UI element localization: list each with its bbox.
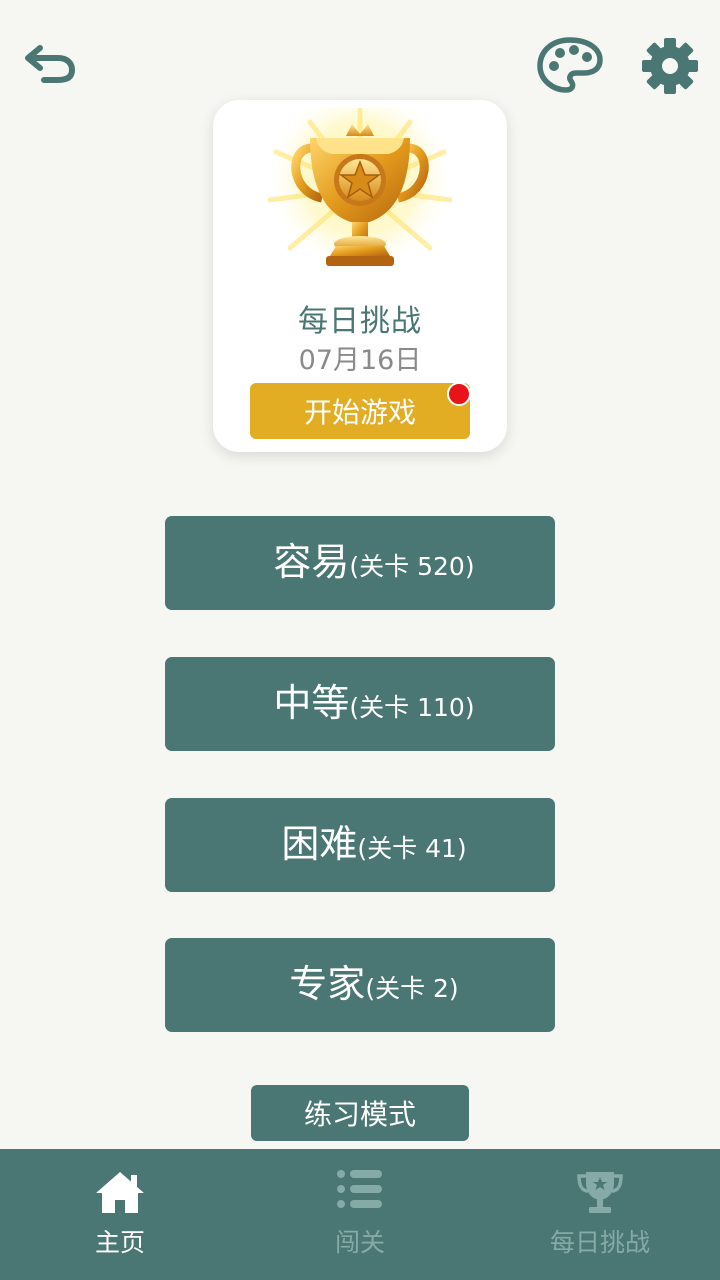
nav-label: 主页 [94,1228,145,1257]
trophy-icon [576,1169,624,1219]
notification-dot [447,382,471,406]
nav-item-daily-challenge[interactable]: 每日挑战 [480,1149,720,1280]
level-easy-button[interactable]: 容易 (关卡 520) [165,516,555,610]
nav-item-home[interactable]: 主页 [0,1149,240,1280]
palette-icon[interactable] [536,36,604,94]
level-name: 困难 [281,822,358,866]
daily-challenge-card: 每日挑战 07月16日 开始游戏 [213,92,507,452]
level-hard-button[interactable]: 困难 (关卡 41) [165,798,555,892]
level-count: (关卡 520) [349,552,475,581]
level-medium-button[interactable]: 中等 (关卡 110) [165,657,555,751]
home-icon [93,1169,147,1219]
main-screen: 每日挑战 07月16日 开始游戏 容易 (关卡 520) 中等 (关卡 110)… [0,0,720,1280]
daily-challenge-title: 每日挑战 [298,304,422,339]
trophy-icon [260,92,460,288]
level-name: 专家 [289,962,366,1006]
back-icon[interactable] [22,40,78,88]
start-game-button[interactable]: 开始游戏 [250,383,470,439]
level-count: (关卡 41) [357,834,467,863]
list-icon [336,1169,384,1213]
practice-mode-button[interactable]: 练习模式 [251,1085,469,1141]
bottom-nav: 主页 闯关 每日挑战 [0,1149,720,1280]
level-count: (关卡 2) [365,974,459,1003]
level-name: 中等 [273,681,350,725]
level-count: (关卡 110) [349,693,475,722]
daily-challenge-date: 07月16日 [298,345,422,376]
level-name: 容易 [273,540,350,584]
gear-icon[interactable] [640,36,700,96]
level-expert-button[interactable]: 专家 (关卡 2) [165,938,555,1032]
nav-item-levels[interactable]: 闯关 [240,1149,480,1280]
nav-label: 每日挑战 [549,1228,650,1257]
nav-label: 闯关 [334,1228,385,1257]
